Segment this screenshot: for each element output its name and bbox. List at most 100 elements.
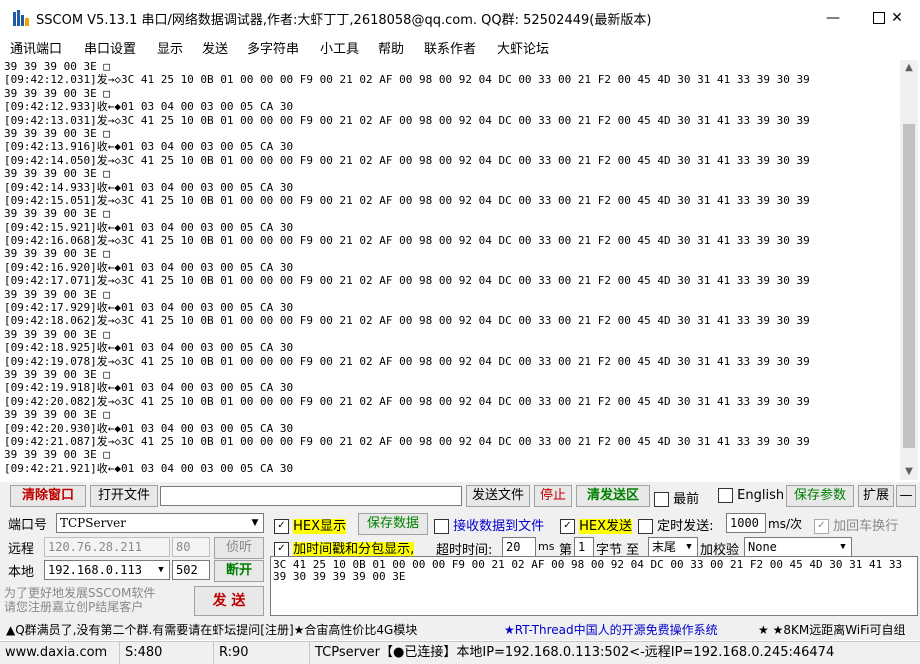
menu-help[interactable]: 帮助 [378, 38, 404, 57]
clear-send-button[interactable]: 清发送区 [576, 485, 650, 507]
ticker-part-1: ▲Q群满员了,没有第二个群.有需要请在虾坛提问[注册]★合宙高性价比4G模块 [6, 623, 418, 637]
timestamp-checkbox[interactable]: ✓ 加时间戳和分包显示, [274, 538, 415, 557]
ticker-part-3: ★ ★8KM远距离WiFi可自组 [758, 623, 906, 637]
log-line: [09:42:20.082]发→◇3C 41 25 10 0B 01 00 00… [4, 394, 810, 408]
expand-button[interactable]: 扩展 [858, 485, 894, 507]
log-line: 39 39 39 00 3E □ [4, 167, 110, 181]
promo-line-2: 请您注册嘉立创P结尾客户 [4, 600, 144, 614]
collapse-button[interactable]: — [896, 485, 916, 507]
scroll-up-icon[interactable]: ▲ [900, 60, 918, 76]
check-icon: ✓ [274, 519, 289, 534]
menu-port[interactable]: 通讯端口 [10, 38, 62, 57]
menu-forum[interactable]: 大虾论坛 [497, 38, 549, 57]
status-bar: www.daxia.com S:480 R:90 TCPserver【●已连接】… [0, 641, 920, 664]
disconnect-button[interactable]: 断开 [214, 560, 264, 582]
hex-display-checkbox[interactable]: ✓ HEX显示 [274, 515, 347, 534]
chevron-down-icon: ▼ [158, 565, 164, 575]
send-file-button[interactable]: 发送文件 [466, 485, 530, 507]
promo-text[interactable]: 为了更好地发展SSCOM软件 请您注册嘉立创P结尾客户 [4, 586, 194, 614]
log-line: 39 39 39 00 3E □ [4, 207, 110, 221]
save-params-button[interactable]: 保存参数 [786, 485, 854, 507]
timeout-unit: ms [538, 540, 555, 553]
checksum-select-value: None [748, 540, 777, 554]
log-line: [09:42:18.925]收←◆01 03 04 00 03 00 05 CA… [4, 341, 294, 355]
log-line: [09:42:18.062]发→◇3C 41 25 10 0B 01 00 00… [4, 314, 810, 328]
hex-display-label: HEX显示 [293, 519, 347, 534]
local-port-input[interactable]: 502 [172, 560, 210, 580]
log-line: 39 39 39 00 3E □ [4, 126, 110, 140]
log-line: 39 39 39 00 3E □ [4, 86, 110, 100]
remote-label: 远程 [8, 542, 35, 557]
timeout-input[interactable]: 20 [502, 537, 536, 557]
front-checkbox[interactable]: 最前 [654, 488, 699, 507]
log-line: 39 39 39 00 3E □ [4, 327, 110, 341]
send-textarea[interactable]: 3C 41 25 10 0B 01 00 00 00 F9 00 21 02 A… [270, 556, 918, 616]
interval-unit: ms/次 [768, 517, 802, 531]
status-connection: TCPserver【●已连接】本地IP=192.168.0.113:502<-远… [315, 645, 835, 660]
log-line: [09:42:13.916]收←◆01 03 04 00 03 00 05 CA… [4, 140, 294, 154]
log-scrollbar[interactable]: ▲ ▼ [900, 60, 918, 480]
nth-input[interactable]: 1 [574, 537, 594, 557]
hex-send-checkbox[interactable]: ✓ HEX发送 [560, 515, 633, 534]
title-bar: SSCOM V5.13.1 串口/网络数据调试器,作者:大虾丁丁,2618058… [0, 0, 920, 36]
chevron-down-icon: ▼ [251, 518, 259, 528]
log-line: [09:42:17.071]发→◇3C 41 25 10 0B 01 00 00… [4, 274, 810, 288]
ticker-part-2[interactable]: ★RT-Thread中国人的开源免费操作系统 [504, 621, 718, 638]
recv-to-file-checkbox[interactable]: 接收数据到文件 [434, 515, 544, 534]
toolbar: 清除窗口 打开文件 发送文件 停止 清发送区 最前 English 保存参数 扩… [0, 482, 920, 510]
listen-button[interactable]: 侦听 [214, 537, 264, 559]
local-ip-select[interactable]: 192.168.0.113 ▼ [44, 560, 170, 580]
scroll-down-icon[interactable]: ▼ [900, 464, 918, 480]
menu-display[interactable]: 显示 [157, 38, 183, 57]
app-icon [13, 10, 29, 26]
window-title: SSCOM V5.13.1 串口/网络数据调试器,作者:大虾丁丁,2618058… [36, 13, 652, 28]
menu-multi-string[interactable]: 多字符串 [247, 38, 299, 57]
open-file-button[interactable]: 打开文件 [90, 485, 158, 507]
log-line: [09:42:15.051]发→◇3C 41 25 10 0B 01 00 00… [4, 193, 810, 207]
log-line: 39 39 39 00 3E □ [4, 287, 110, 301]
port-select[interactable]: TCPServer ▼ [56, 513, 264, 533]
save-data-button[interactable]: 保存数据 [358, 513, 428, 535]
close-button[interactable]: ✕ [874, 0, 920, 36]
news-ticker[interactable]: ▲Q群满员了,没有第二个群.有需要请在虾坛提问[注册]★合宙高性价比4G模块 ★… [0, 618, 920, 640]
promo-line-1: 为了更好地发展SSCOM软件 [4, 586, 156, 600]
minimize-button[interactable]: — [810, 0, 856, 36]
end-select[interactable]: 末尾 ▼ [648, 537, 698, 557]
log-line: [09:42:16.068]发→◇3C 41 25 10 0B 01 00 00… [4, 234, 810, 248]
file-path-input[interactable] [160, 486, 462, 506]
port-label: 端口号 [8, 518, 48, 533]
end-select-value: 末尾 [652, 540, 677, 554]
check-icon: ✓ [814, 519, 829, 534]
log-line: [09:42:17.929]收←◆01 03 04 00 03 00 05 CA… [4, 301, 294, 315]
menu-contact[interactable]: 联系作者 [424, 38, 476, 57]
local-ip-value: 192.168.0.113 [48, 563, 142, 577]
status-website[interactable]: www.daxia.com [0, 642, 120, 664]
menu-serial-settings[interactable]: 串口设置 [84, 38, 136, 57]
recv-to-file-label: 接收数据到文件 [453, 519, 545, 534]
clear-window-button[interactable]: 清除窗口 [10, 485, 86, 507]
timestamp-label: 加时间戳和分包显示, [293, 542, 415, 557]
remote-ip-input[interactable]: 120.76.28.211 [44, 537, 170, 557]
log-line: [09:42:20.930]收←◆01 03 04 00 03 00 05 CA… [4, 421, 294, 435]
status-received-count: R:90 [214, 642, 310, 664]
stop-button[interactable]: 停止 [534, 485, 572, 507]
menu-bar: 通讯端口 串口设置 显示 发送 多字符串 小工具 帮助 联系作者 大虾论坛 [0, 36, 920, 58]
timed-send-checkbox[interactable]: 定时发送: [638, 515, 714, 534]
scroll-thumb[interactable] [903, 124, 915, 448]
interval-input[interactable]: 1000 [726, 513, 766, 533]
send-button[interactable]: 发 送 [194, 586, 264, 616]
checksum-select[interactable]: None ▼ [744, 537, 852, 557]
menu-tools[interactable]: 小工具 [320, 38, 359, 57]
log-line: 39 39 39 00 3E □ [4, 408, 110, 422]
menu-send[interactable]: 发送 [202, 38, 228, 57]
log-line: [09:42:14.050]发→◇3C 41 25 10 0B 01 00 00… [4, 153, 810, 167]
log-line: [09:42:14.933]收←◆01 03 04 00 03 00 05 CA… [4, 180, 294, 194]
receive-log[interactable]: 39 39 39 00 3E □ [09:42:12.031]发→◇3C 41 2… [4, 60, 900, 480]
add-crlf-checkbox[interactable]: ✓ 加回车换行 [814, 515, 898, 534]
log-line: 39 39 39 00 3E □ [4, 60, 110, 73]
remote-port-input[interactable]: 80 [172, 537, 210, 557]
log-line: [09:42:21.921]收←◆01 03 04 00 03 00 05 CA… [4, 461, 294, 475]
check-icon: ✓ [560, 519, 575, 534]
english-checkbox[interactable]: English [718, 488, 784, 503]
chevron-down-icon: ▼ [686, 542, 692, 552]
